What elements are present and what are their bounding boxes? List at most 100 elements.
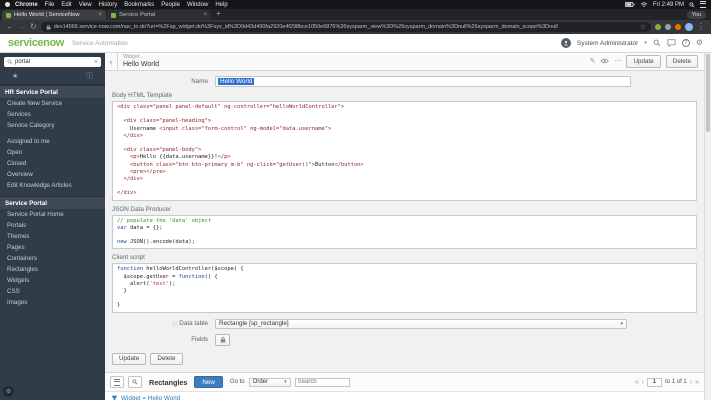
- browser-profile-chip[interactable]: You: [686, 10, 706, 19]
- favorites-icon[interactable]: ★: [12, 72, 18, 80]
- extension-icon[interactable]: [665, 24, 671, 30]
- nav-item-service-category[interactable]: Service Category: [0, 120, 105, 131]
- last-page-icon[interactable]: »: [695, 379, 699, 386]
- nav-item-service-portal-home[interactable]: Service Portal Home: [0, 209, 105, 220]
- tab-close-icon[interactable]: ×: [203, 12, 207, 18]
- update-button[interactable]: Update: [626, 55, 661, 68]
- browser-tab[interactable]: Hello World | ServiceNow ×: [2, 10, 106, 20]
- browser-back-icon[interactable]: ←: [6, 23, 14, 31]
- nav-item-assigned-to-me[interactable]: Assigned to me: [0, 136, 105, 147]
- tab-favicon: [111, 12, 116, 18]
- back-button[interactable]: ‹: [105, 53, 118, 70]
- nav-item-css[interactable]: CSS: [0, 286, 105, 297]
- code-line: <p>Hello {{data.username}}!</p>: [129, 154, 231, 161]
- nav-item-overview[interactable]: Overview: [0, 169, 105, 180]
- global-search-icon[interactable]: [653, 39, 661, 47]
- extension-icon[interactable]: [655, 24, 661, 30]
- list-search-button[interactable]: [128, 376, 142, 389]
- clear-filter-icon[interactable]: ×: [94, 59, 98, 66]
- data-table-select[interactable]: Rectangle [sp_rectangle] ▾: [215, 318, 627, 329]
- code-editor[interactable]: <div class="panel panel-default" ng-cont…: [112, 101, 697, 201]
- nav-item-rectangles[interactable]: Rectangles: [0, 264, 105, 275]
- delete-button[interactable]: Delete: [665, 55, 698, 68]
- browser-avatar[interactable]: [685, 23, 693, 31]
- page-range-text: to 1 of 1: [665, 379, 687, 386]
- filter-icon[interactable]: [111, 395, 118, 400]
- info-icon[interactable]: ⓘ: [86, 71, 93, 81]
- extension-icon[interactable]: [675, 24, 681, 30]
- browser-menu-icon[interactable]: ⋮: [697, 23, 705, 31]
- menubar-item-view[interactable]: View: [79, 2, 92, 8]
- spotlight-search-icon[interactable]: [689, 1, 695, 8]
- wifi-icon[interactable]: [640, 1, 648, 8]
- gear-icon[interactable]: ⚙: [696, 39, 703, 47]
- nav-item-containers[interactable]: Containers: [0, 253, 105, 264]
- preview-icon[interactable]: [600, 58, 610, 64]
- edit-icon[interactable]: ✎: [590, 58, 596, 65]
- chevron-down-icon[interactable]: ▾: [644, 40, 647, 46]
- nav-item-portals[interactable]: Portals: [0, 220, 105, 231]
- scrollbar[interactable]: [704, 53, 711, 400]
- code-line: $scope.getUser = function() {: [117, 273, 218, 280]
- navigator-settings-button[interactable]: ⚙: [3, 386, 14, 397]
- nav-item-pages[interactable]: Pages: [0, 242, 105, 253]
- menubar-item-help[interactable]: Help: [215, 2, 227, 8]
- update-button[interactable]: Update: [112, 352, 147, 366]
- new-tab-button[interactable]: +: [216, 10, 221, 18]
- scrollbar-thumb[interactable]: [706, 54, 710, 132]
- code-line: <pre></pre>: [129, 168, 166, 175]
- help-icon[interactable]: ?: [681, 39, 690, 47]
- browser-reload-icon[interactable]: ↻: [30, 23, 37, 31]
- code-line: </div>: [117, 176, 143, 183]
- next-page-icon[interactable]: ›: [690, 379, 692, 386]
- fields-lock-button[interactable]: [215, 333, 230, 346]
- menubar-item-people[interactable]: People: [161, 2, 180, 8]
- list-menu-button[interactable]: [110, 376, 124, 389]
- page-number-input[interactable]: [647, 377, 663, 387]
- nav-app-header[interactable]: HR Service Portal: [0, 85, 105, 98]
- first-page-icon[interactable]: «: [635, 379, 639, 386]
- browser-tab[interactable]: Service Portal ×: [107, 10, 211, 20]
- apple-icon[interactable]: [5, 2, 10, 7]
- browser-tabs: Hello World | ServiceNow × Service Portal ×: [2, 9, 212, 20]
- more-actions-icon[interactable]: ⋯: [614, 58, 621, 65]
- address-bar[interactable]: dev14566.service-now.com/nav_to.do?uri=%…: [40, 22, 651, 32]
- menubar-item-window[interactable]: Window: [187, 2, 208, 8]
- list-toolbar: Rectangles New Go to Order ▾ « ‹ to 1 of…: [105, 373, 704, 393]
- nav-item-widgets[interactable]: Widgets: [0, 275, 105, 286]
- nav-item-images[interactable]: Images: [0, 297, 105, 308]
- menubar-clock[interactable]: Fri 2:49 PM: [653, 2, 684, 8]
- nav-item-themes[interactable]: Themes: [0, 231, 105, 242]
- list-search-input[interactable]: [294, 377, 350, 387]
- menubar-item-edit[interactable]: Edit: [61, 2, 71, 8]
- code-line: function helloWorldController($scope) {: [117, 266, 244, 273]
- new-button[interactable]: New: [194, 376, 223, 389]
- menubar-item-bookmarks[interactable]: Bookmarks: [124, 2, 154, 8]
- menubar-item-history[interactable]: History: [99, 2, 118, 8]
- chat-icon[interactable]: [667, 39, 676, 47]
- breadcrumb[interactable]: Widget = Hello World: [121, 395, 180, 400]
- nav-item-closed[interactable]: Closed: [0, 158, 105, 169]
- menubar-item-chrome[interactable]: Chrome: [15, 2, 38, 8]
- name-input[interactable]: Hello World: [215, 76, 631, 87]
- bookmark-star-icon[interactable]: ☆: [640, 23, 646, 31]
- info-icon[interactable]: ⓘ: [172, 320, 178, 328]
- code-editor[interactable]: function helloWorldController($scope) { …: [112, 263, 697, 313]
- menubar-item-file[interactable]: File: [45, 2, 55, 8]
- delete-button[interactable]: Delete: [150, 352, 183, 366]
- goto-select[interactable]: Order ▾: [248, 377, 291, 387]
- tab-close-icon[interactable]: ×: [98, 12, 102, 18]
- nav-item-open[interactable]: Open: [0, 147, 105, 158]
- servicenow-logo[interactable]: servicenow: [8, 37, 64, 49]
- nav-item-create-new-service[interactable]: Create New Service: [0, 98, 105, 109]
- nav-app-header[interactable]: Service Portal: [0, 196, 105, 209]
- user-avatar[interactable]: [560, 38, 571, 48]
- nav-item-edit-knowledge-articles[interactable]: Edit Knowledge Articles: [0, 180, 105, 191]
- browser-forward-icon[interactable]: →: [18, 23, 26, 31]
- notification-center-icon[interactable]: [700, 1, 706, 8]
- user-menu[interactable]: System Administrator: [577, 40, 638, 47]
- previous-page-icon[interactable]: ‹: [642, 379, 644, 386]
- code-editor[interactable]: // populate the 'data' object var data = …: [112, 214, 697, 250]
- navigator-filter-input[interactable]: [15, 59, 92, 65]
- nav-item-services[interactable]: Services: [0, 109, 105, 120]
